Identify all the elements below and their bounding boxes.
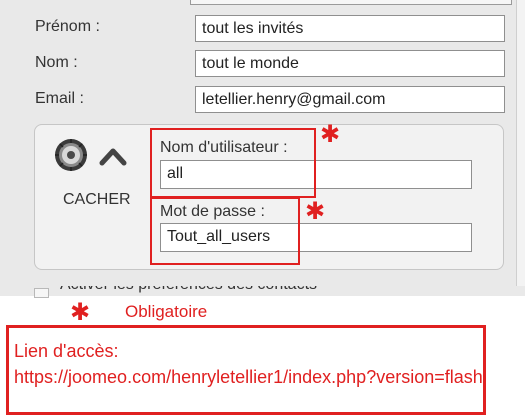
chevron-up-icon[interactable]	[99, 146, 127, 166]
contact-preferences-label: Activer les préférences des contacts	[60, 286, 317, 294]
access-link-url[interactable]: https://joomeo.com/henryletellier1/index…	[14, 365, 484, 390]
panel-scroll-edge	[516, 0, 525, 286]
access-link-label: Lien d'accès:	[14, 341, 119, 361]
contact-form-panel: Prénom : tout les invités Nom : tout le …	[0, 0, 525, 286]
nom-label: Nom :	[35, 54, 78, 71]
username-required-mark: ✱	[320, 120, 341, 148]
required-legend: Obligatoire	[125, 302, 208, 321]
email-field[interactable]: letellier.henry@gmail.com	[195, 86, 505, 113]
prenom-field[interactable]: tout les invités	[195, 15, 505, 42]
password-required-mark: ✱	[305, 197, 326, 225]
contact-preferences-checkbox[interactable]	[34, 288, 49, 298]
email-label: Email :	[35, 90, 84, 107]
hide-toggle-button[interactable]: CACHER	[63, 191, 131, 209]
contact-preferences-row: Activer les préférences des contacts	[0, 286, 525, 296]
username-highlight	[150, 128, 316, 198]
legend-required-mark: ✱	[70, 298, 91, 326]
form-top-edge	[190, 0, 512, 5]
password-highlight	[150, 197, 300, 265]
prenom-label: Prénom :	[35, 18, 100, 35]
nom-field[interactable]: tout le monde	[195, 50, 505, 77]
combination-lock-icon	[55, 139, 87, 171]
